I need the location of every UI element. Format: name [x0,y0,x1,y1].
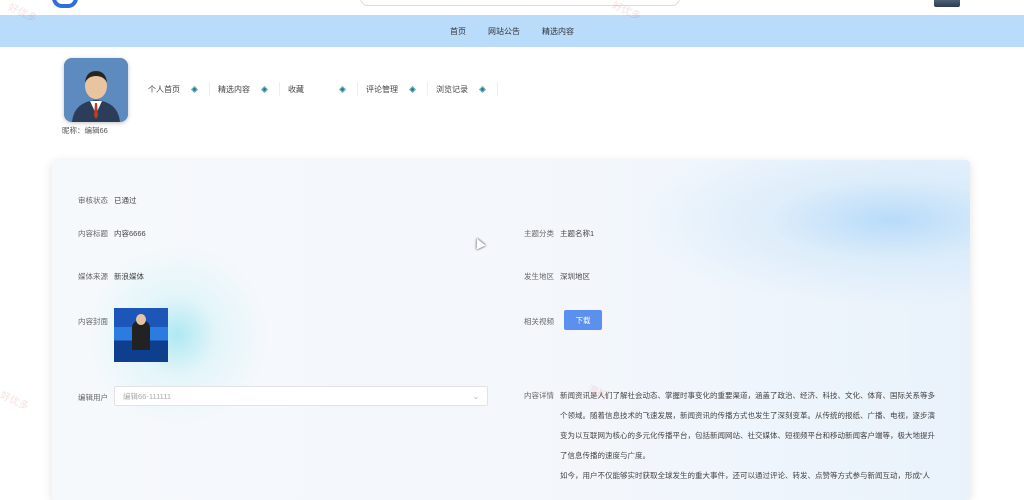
editor-select[interactable]: 编辑66-111111 ⌄ [114,386,488,406]
region-value: 深圳地区 [560,272,590,281]
title-value: 内容6666 [114,229,146,238]
avatar[interactable] [64,58,128,122]
main-nav: 首页 网站公告 精选内容 [0,15,1024,47]
avatar-portrait-icon [64,58,128,122]
cover-field: 内容封面 [78,308,168,362]
chevron-down-icon: ⌄ [472,391,479,401]
cover-image[interactable] [114,308,168,362]
content-text: 新闻资讯是人们了解社会动态、掌握时事变化的重要渠道，涵盖了政治、经济、科技、文化… [560,391,935,480]
status-field: 审核状态 已通过 [78,196,137,205]
editor-field: 编辑用户 编辑66-111111 ⌄ [78,386,488,406]
menu-personal-home[interactable]: 个人首页 [140,82,210,96]
pin-icon [190,85,199,93]
pin-icon [260,85,269,93]
topic-value: 主题名称1 [560,229,595,238]
content-detail-card: 审核状态 已通过 内容标题 内容6666 主题分类 主题名称1 媒体来源 新浪媒… [52,160,970,500]
watermark: 好优多 [0,389,31,413]
region-field: 发生地区 深圳地区 [524,272,590,281]
pin-icon [408,85,417,93]
site-logo[interactable] [52,0,78,8]
topic-field: 主题分类 主题名称1 [524,229,595,238]
editor-value: 编辑66-111111 [123,391,172,401]
status-value: 已通过 [114,196,137,205]
video-field: 相关视频 下载 [524,310,602,330]
nickname: 昵称：编辑66 [62,126,108,135]
user-menu: 个人首页 精选内容 收藏 评论管理 浏览记录 [140,80,498,98]
menu-history[interactable]: 浏览记录 [428,82,498,96]
top-header [0,0,1024,15]
pin-icon [478,85,487,93]
menu-favorites[interactable]: 收藏 [280,82,358,96]
menu-comments[interactable]: 评论管理 [358,82,428,96]
media-field: 媒体来源 新浪媒体 [78,272,144,281]
nav-announcements[interactable]: 网站公告 [488,26,520,37]
nav-home[interactable]: 首页 [450,26,466,37]
download-button[interactable]: 下载 [564,310,602,330]
nav-featured[interactable]: 精选内容 [542,26,574,37]
search-input[interactable] [360,0,680,6]
header-avatar[interactable] [934,0,960,7]
pin-icon [338,85,347,93]
title-field: 内容标题 内容6666 [78,229,146,238]
menu-featured[interactable]: 精选内容 [210,82,280,96]
media-value: 新浪媒体 [114,272,144,281]
content-field: 内容详情 新闻资讯是人们了解社会动态、掌握时事变化的重要渠道，涵盖了政治、经济、… [524,386,940,486]
